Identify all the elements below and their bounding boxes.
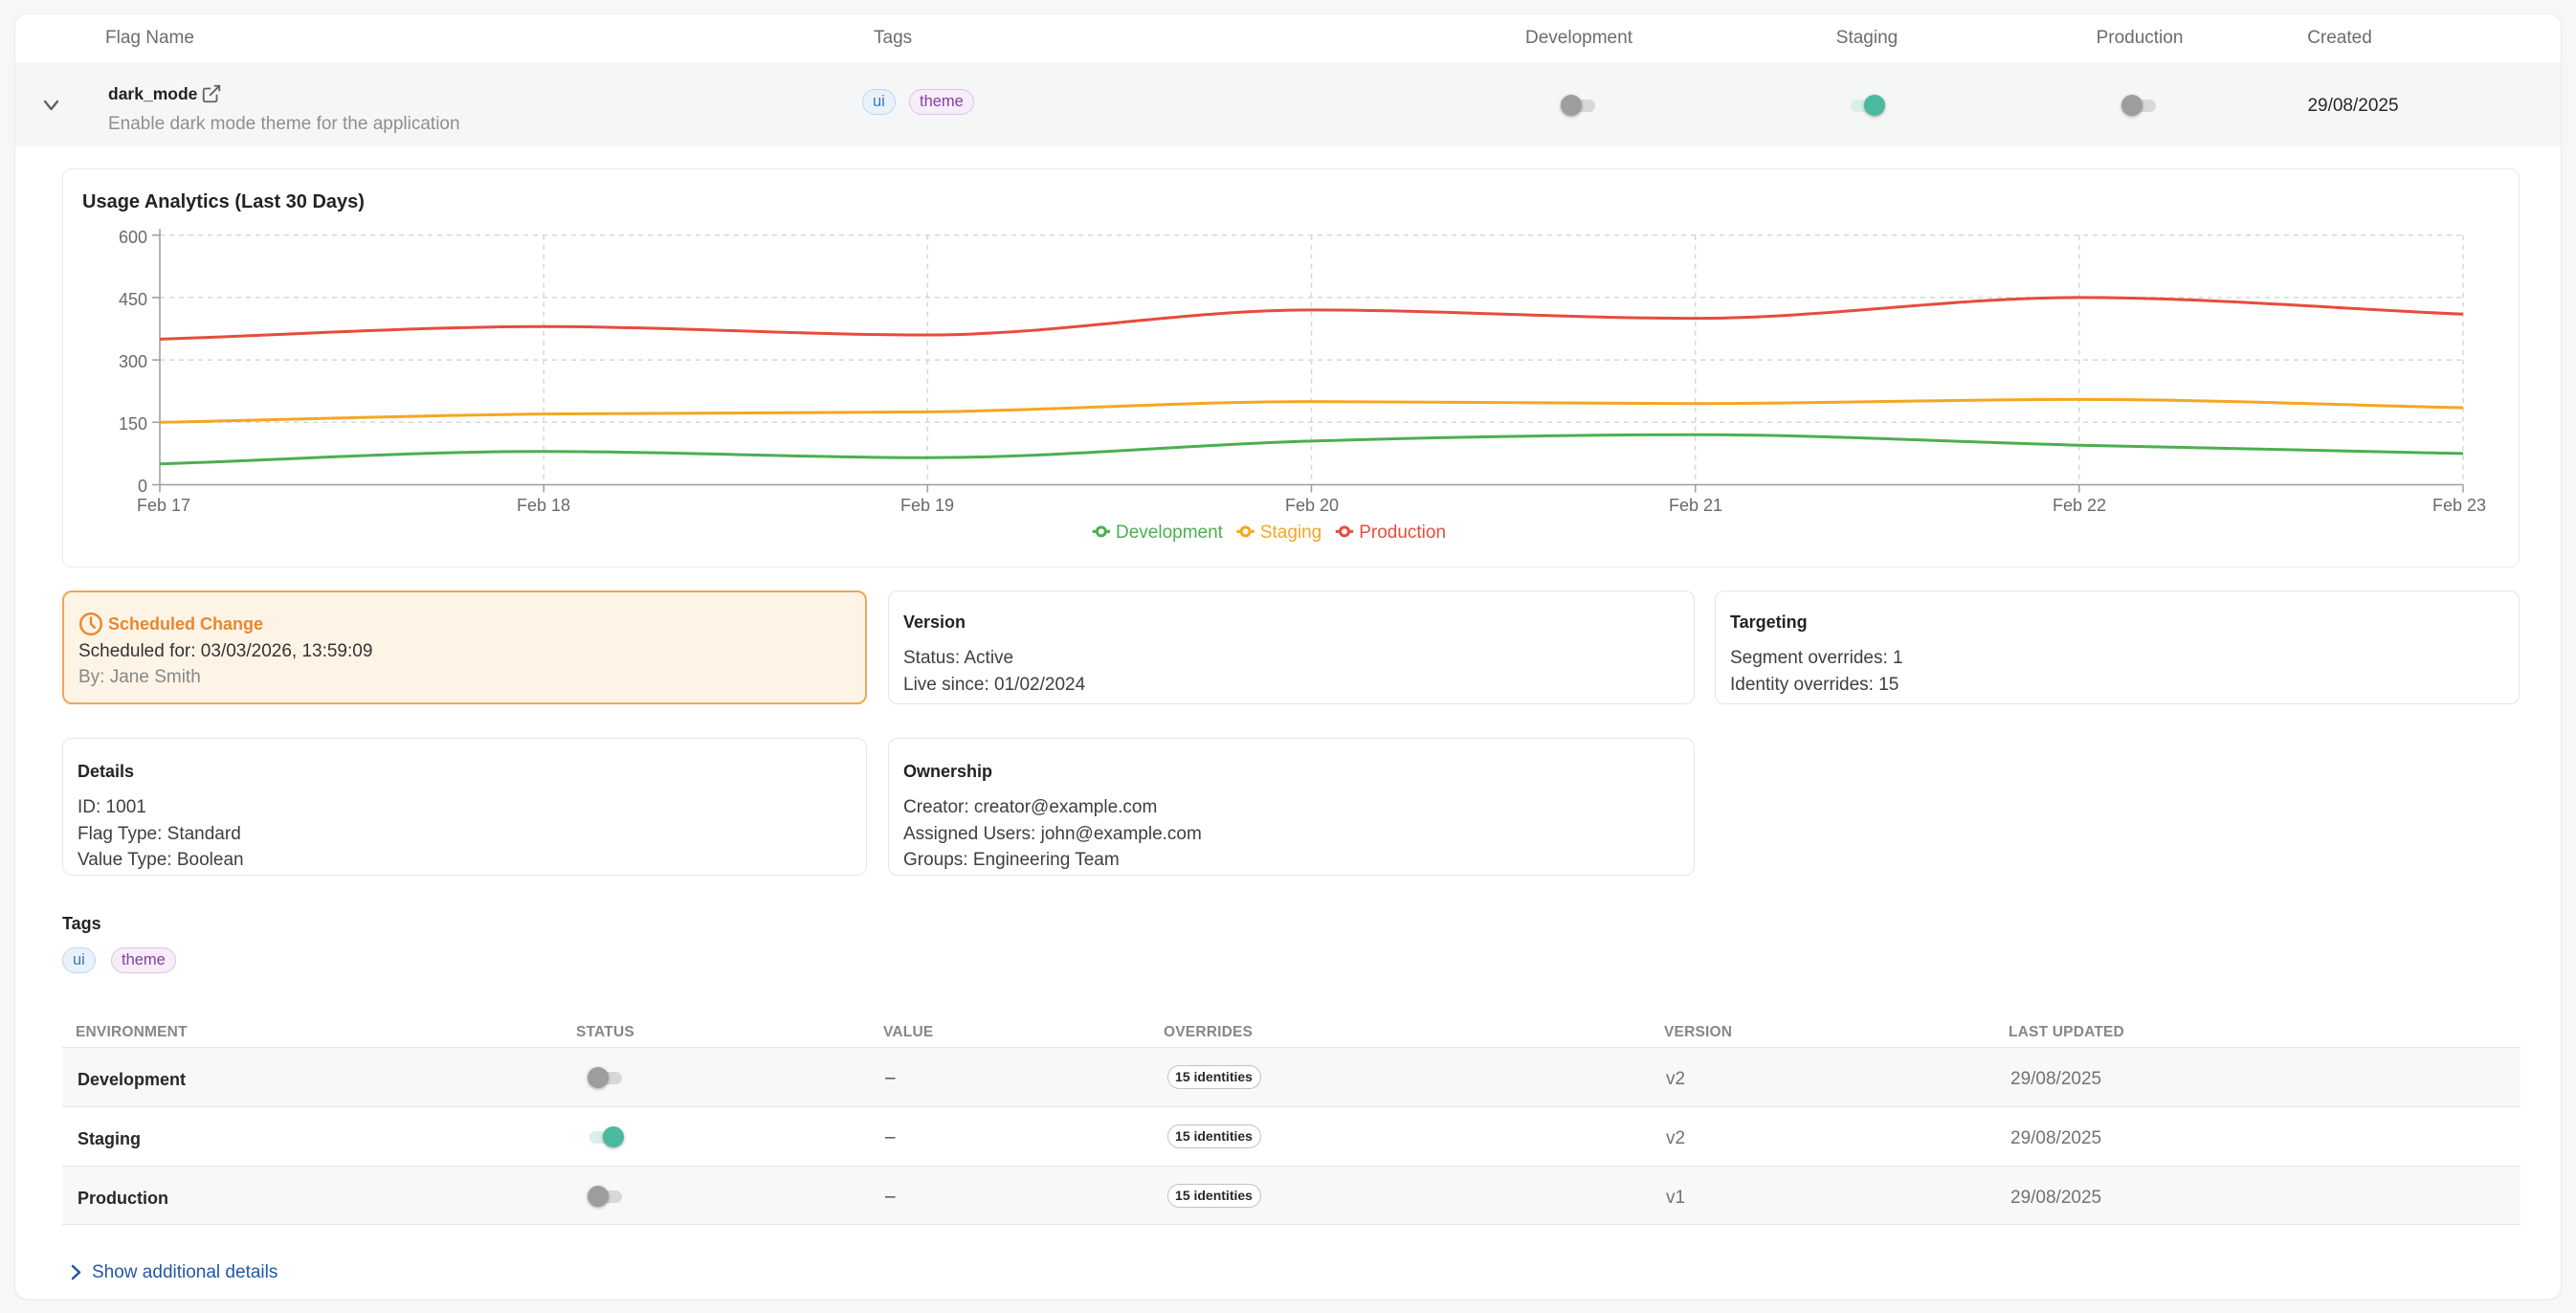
svg-text:Feb 18: Feb 18 bbox=[517, 496, 570, 515]
svg-text:Feb 20: Feb 20 bbox=[1285, 496, 1339, 515]
svg-text:Feb 23: Feb 23 bbox=[2432, 496, 2486, 515]
svg-text:Production: Production bbox=[1359, 523, 1446, 543]
svg-text:150: 150 bbox=[119, 414, 147, 434]
svg-text:300: 300 bbox=[119, 352, 147, 371]
svg-text:Feb 21: Feb 21 bbox=[1669, 496, 1722, 515]
svg-text:600: 600 bbox=[119, 228, 147, 247]
svg-text:450: 450 bbox=[119, 290, 147, 309]
svg-text:Staging: Staging bbox=[1260, 523, 1321, 543]
svg-text:Feb 19: Feb 19 bbox=[900, 496, 954, 515]
svg-text:Development: Development bbox=[1116, 523, 1224, 543]
svg-text:Feb 22: Feb 22 bbox=[2053, 496, 2106, 515]
svg-text:Feb 17: Feb 17 bbox=[137, 496, 190, 515]
svg-text:0: 0 bbox=[138, 477, 147, 496]
